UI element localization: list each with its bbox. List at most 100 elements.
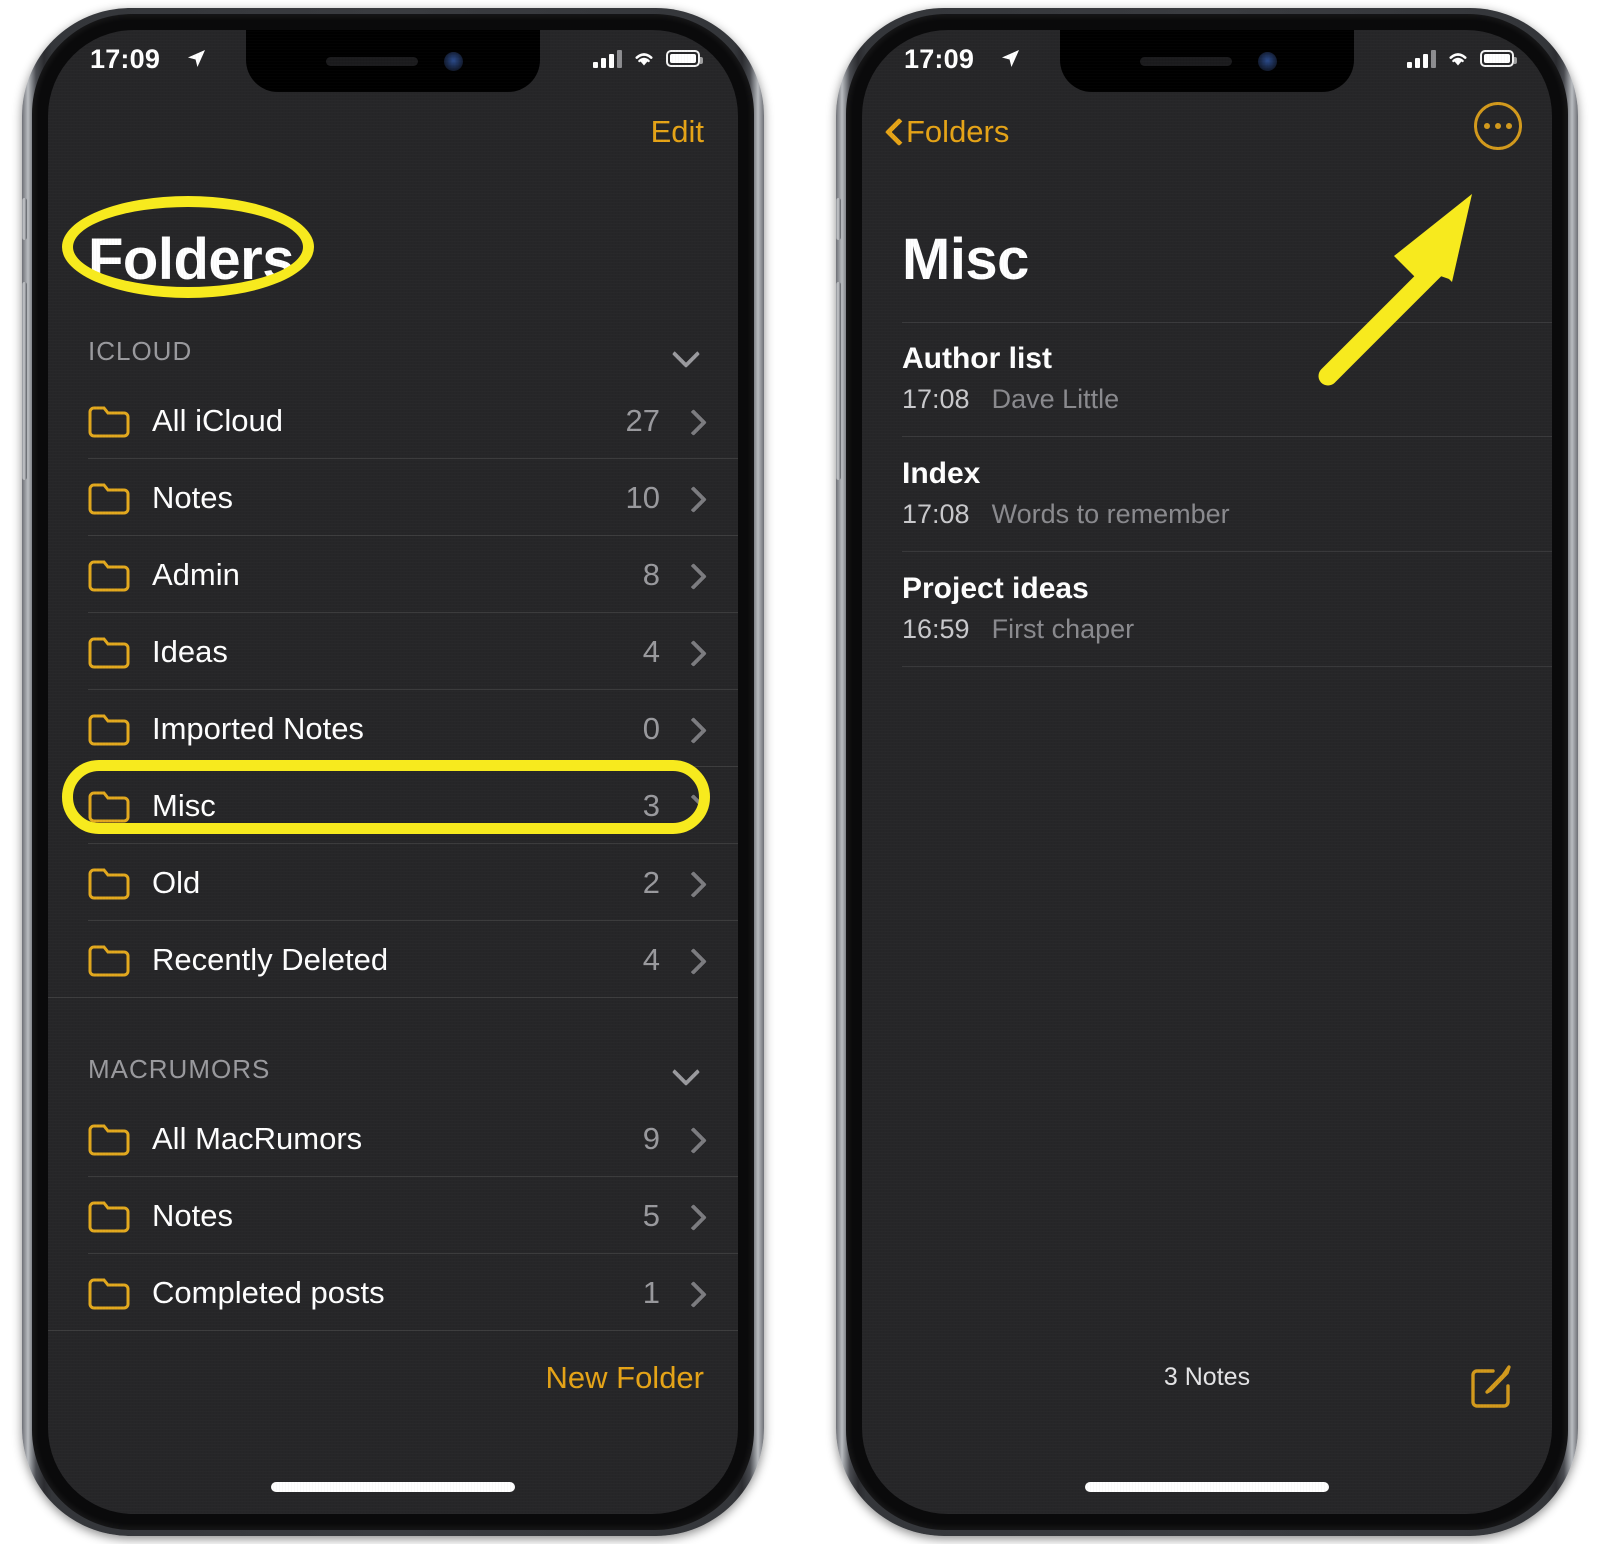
chevron-right-icon — [684, 410, 704, 432]
back-to-folders-button[interactable]: Folders — [886, 114, 1009, 150]
wifi-icon — [635, 53, 653, 66]
status-time: 17:09 — [904, 44, 975, 74]
power-button[interactable] — [836, 318, 841, 448]
chevron-right-icon — [684, 872, 704, 894]
chevron-right-icon — [684, 795, 704, 817]
notch — [246, 30, 540, 92]
folder-icon — [88, 1201, 130, 1232]
left-phone-screen: 17:09 Edit Folders ICLOUD All iCloud 27 … — [48, 30, 738, 1514]
note-row-index[interactable]: Index 17:08 Words to remember — [862, 437, 1552, 552]
page-title: Folders — [88, 227, 295, 292]
folder-icon — [88, 868, 130, 899]
home-indicator[interactable] — [1085, 1482, 1329, 1492]
folder-icon — [88, 560, 130, 591]
folder-icon — [88, 1124, 130, 1155]
folder-icon — [88, 945, 130, 976]
location-arrow-icon — [187, 49, 206, 68]
folder-name: Old — [152, 864, 201, 900]
folder-icon — [88, 406, 130, 437]
folder-row-imported-notes[interactable]: Imported Notes 0 — [48, 690, 738, 767]
notch — [1060, 30, 1354, 92]
folder-row-all-icloud[interactable]: All iCloud 27 — [48, 382, 738, 459]
power-button[interactable] — [22, 318, 27, 448]
folder-row-all-macrumors[interactable]: All MacRumors 9 — [48, 1100, 738, 1177]
home-indicator[interactable] — [271, 1482, 515, 1492]
chevron-right-icon — [684, 1205, 704, 1227]
folder-count: 0 — [642, 710, 660, 746]
notes-list: Author list 17:08 Dave Little Index 17:0… — [862, 322, 1552, 667]
status-time: 17:09 — [90, 44, 161, 74]
chevron-right-icon — [684, 641, 704, 663]
chevron-down-icon[interactable] — [674, 344, 698, 358]
chevron-right-icon — [684, 1282, 704, 1304]
folder-icon — [88, 1278, 130, 1309]
folder-row-macrumors-notes[interactable]: Notes 5 — [48, 1177, 738, 1254]
new-folder-button[interactable]: New Folder — [546, 1360, 705, 1396]
folder-row-recently-deleted[interactable]: Recently Deleted 4 — [48, 921, 738, 998]
right-iphone-device: 17:09 Folders Misc Author list 17:08 Dav… — [836, 8, 1578, 1536]
battery-full-icon — [666, 50, 703, 67]
note-preview: First chaper — [991, 614, 1135, 644]
folder-row-ideas[interactable]: Ideas 4 — [48, 613, 738, 690]
chevron-right-icon — [684, 1128, 704, 1150]
folders-list: ICLOUD All iCloud 27 Notes 10 Admin 8 Id… — [48, 320, 738, 1514]
folder-name: All MacRumors — [152, 1120, 363, 1156]
front-camera — [444, 52, 463, 71]
note-title: Author list — [902, 342, 1052, 375]
folder-row-misc[interactable]: Misc 3 — [48, 767, 738, 844]
chevron-right-icon — [684, 949, 704, 971]
right-phone-screen: 17:09 Folders Misc Author list 17:08 Dav… — [862, 30, 1552, 1514]
folder-count: 9 — [642, 1120, 660, 1156]
note-row-author-list[interactable]: Author list 17:08 Dave Little — [862, 322, 1552, 437]
mute-switch[interactable] — [22, 198, 27, 240]
folder-count: 5 — [642, 1197, 660, 1233]
folder-row-old[interactable]: Old 2 — [48, 844, 738, 921]
chevron-down-icon[interactable] — [674, 1062, 698, 1076]
chevron-right-icon — [684, 487, 704, 509]
section-header-macrumors[interactable]: MACRUMORS — [48, 1038, 738, 1100]
compose-note-icon[interactable] — [1468, 1362, 1516, 1410]
cellular-bars-icon — [593, 49, 622, 68]
folder-name: Admin — [152, 556, 240, 592]
folder-icon — [88, 483, 130, 514]
status-icons — [593, 49, 703, 68]
page-title: Misc — [902, 227, 1029, 292]
folder-count: 8 — [642, 556, 660, 592]
folder-name: Completed posts — [152, 1274, 385, 1310]
note-title: Index — [902, 457, 981, 490]
folder-row-completed-posts[interactable]: Completed posts 1 — [48, 1254, 738, 1331]
note-row-project-ideas[interactable]: Project ideas 16:59 First chaper — [862, 552, 1552, 667]
folder-name: Misc — [152, 787, 216, 823]
mute-switch[interactable] — [836, 198, 841, 240]
screenshot-stage: 17:09 Edit Folders ICLOUD All iCloud 27 … — [0, 0, 1600, 1544]
edit-button[interactable]: Edit — [651, 114, 704, 150]
folder-row-notes[interactable]: Notes 10 — [48, 459, 738, 536]
left-iphone-device: 17:09 Edit Folders ICLOUD All iCloud 27 … — [22, 8, 764, 1536]
section-header-icloud[interactable]: ICLOUD — [48, 320, 738, 382]
folder-row-admin[interactable]: Admin 8 — [48, 536, 738, 613]
note-preview: Dave Little — [991, 384, 1120, 414]
chevron-right-icon — [684, 564, 704, 586]
folder-name: Imported Notes — [152, 710, 364, 746]
folder-count: 2 — [642, 864, 660, 900]
status-icons — [1407, 49, 1517, 68]
section-header-label: MACRUMORS — [88, 1053, 271, 1084]
folder-name: Notes — [152, 1197, 233, 1233]
earpiece-speaker — [1140, 57, 1232, 66]
battery-full-icon — [1480, 50, 1517, 67]
note-preview: Words to remember — [991, 499, 1230, 529]
folder-count: 27 — [625, 402, 660, 438]
location-arrow-icon — [1001, 49, 1020, 68]
note-time: 17:08 — [902, 499, 970, 529]
folder-count: 3 — [642, 787, 660, 823]
folder-icon — [88, 637, 130, 668]
folder-name: Ideas — [152, 633, 228, 669]
more-options-button[interactable] — [1474, 102, 1522, 150]
front-camera — [1258, 52, 1277, 71]
folder-count: 10 — [625, 479, 660, 515]
note-time: 16:59 — [902, 614, 970, 644]
folder-icon — [88, 791, 130, 822]
folder-count: 1 — [642, 1274, 660, 1310]
notes-count-label: 3 Notes — [1163, 1363, 1251, 1391]
folder-name: Recently Deleted — [152, 941, 389, 977]
